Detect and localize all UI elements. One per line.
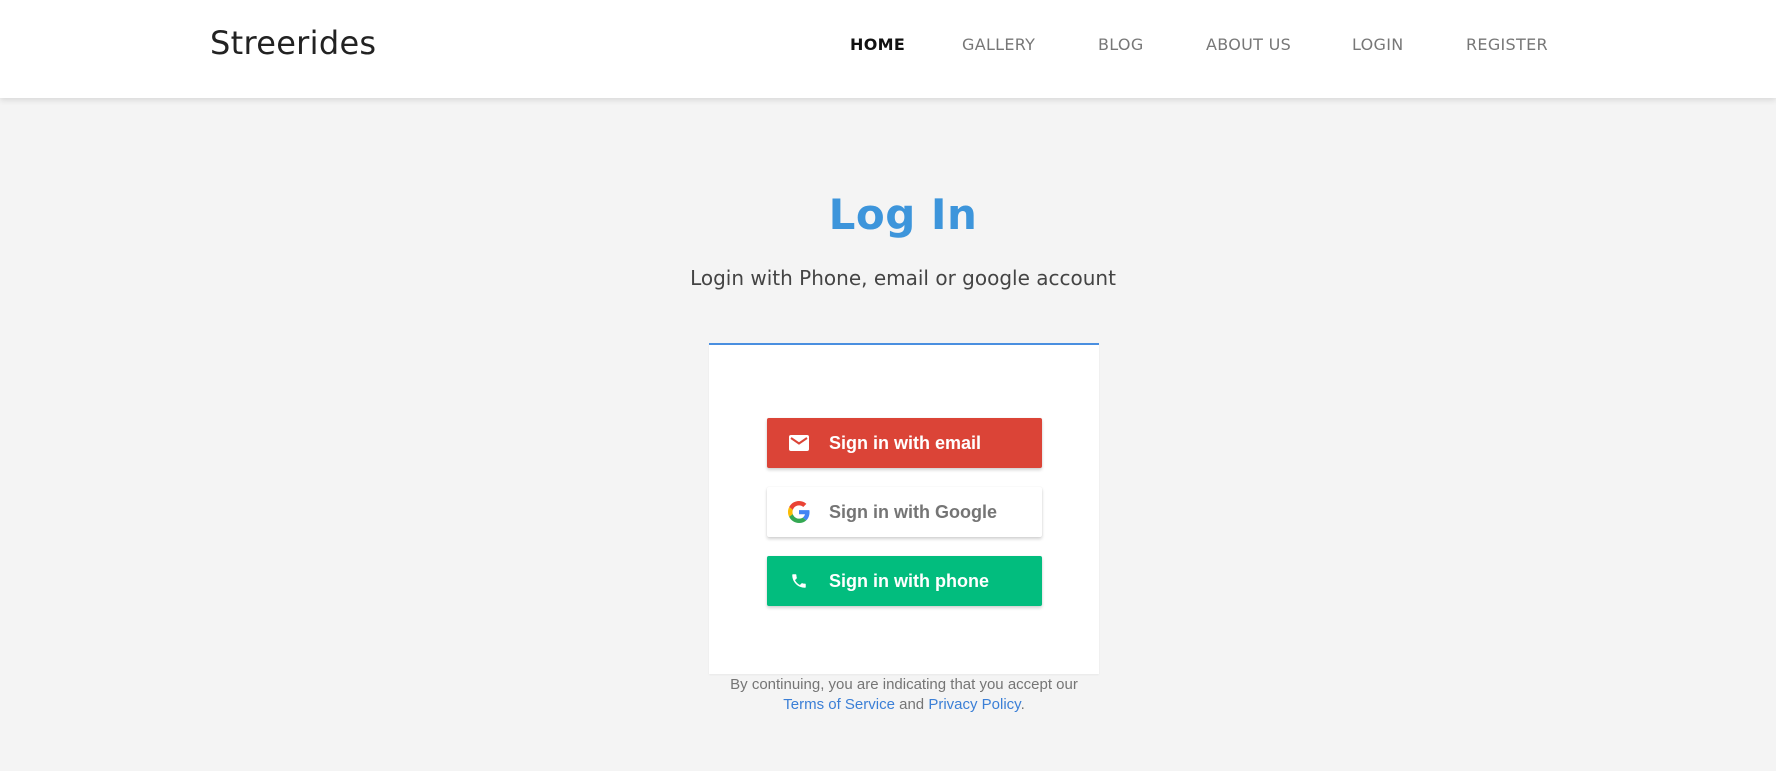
nav-gallery[interactable]: GALLERY (962, 35, 1035, 54)
page-title: Log In (828, 190, 978, 239)
nav-register[interactable]: REGISTER (1466, 35, 1548, 54)
main-nav: HOME GALLERY BLOG ABOUT US LOGIN REGISTE… (0, 35, 1776, 55)
nav-login[interactable]: LOGIN (1352, 35, 1404, 54)
page-subtitle: Login with Phone, email or google accoun… (690, 266, 1116, 290)
nav-home[interactable]: HOME (850, 35, 905, 54)
auth-card: Sign in with email Sign in with Google S… (709, 343, 1099, 674)
privacy-policy-link[interactable]: Privacy Policy (928, 696, 1020, 713)
terms-notice: By continuing, you are indicating that y… (709, 675, 1099, 715)
sign-in-phone-label: Sign in with phone (829, 570, 989, 591)
terms-suffix: . (1020, 696, 1025, 713)
google-icon (787, 500, 811, 524)
sign-in-google-button[interactable]: Sign in with Google (767, 487, 1042, 537)
terms-conjunction: and (899, 696, 925, 713)
mail-icon (787, 431, 811, 455)
nav-about-us[interactable]: ABOUT US (1206, 35, 1291, 54)
top-navbar: Streerides HOME GALLERY BLOG ABOUT US LO… (0, 0, 1776, 98)
sign-in-google-label: Sign in with Google (829, 501, 997, 522)
sign-in-phone-button[interactable]: Sign in with phone (767, 556, 1042, 606)
sign-in-email-label: Sign in with email (829, 432, 982, 453)
nav-blog[interactable]: BLOG (1098, 35, 1144, 54)
terms-prefix: By continuing, you are indicating that y… (730, 676, 1078, 693)
phone-icon (787, 569, 811, 593)
sign-in-email-button[interactable]: Sign in with email (767, 418, 1042, 468)
terms-of-service-link[interactable]: Terms of Service (783, 696, 895, 713)
